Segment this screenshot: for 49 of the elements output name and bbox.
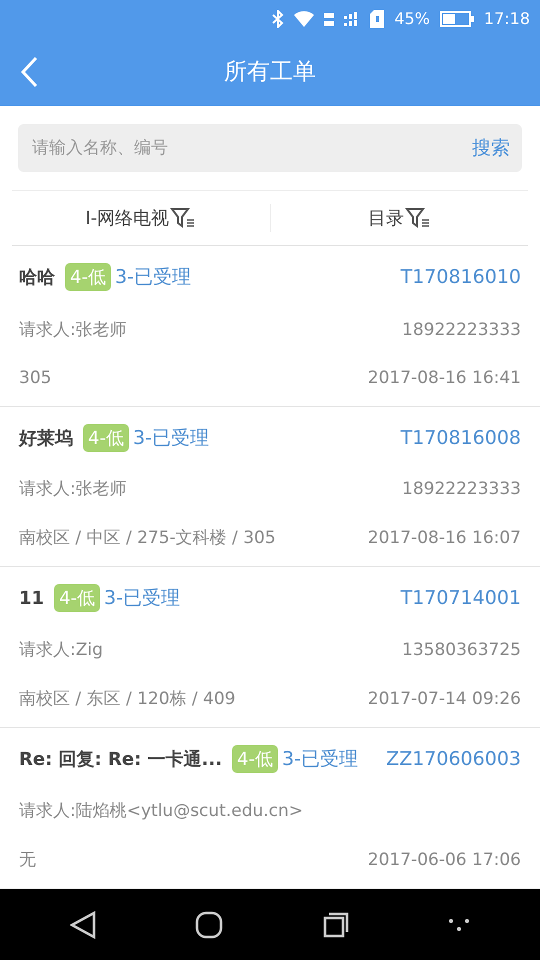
- ticket-time: 2017-08-16 16:41: [368, 368, 521, 388]
- requester-text: 请求人:张老师: [19, 319, 127, 342]
- recents-nav-icon[interactable]: [322, 912, 349, 938]
- filter-dropdown[interactable]: I-网络电视: [81, 204, 200, 232]
- back-nav-icon[interactable]: [70, 910, 96, 939]
- sim-card-icon: [370, 10, 384, 28]
- location-text: 南校区 / 中区 / 275-文科楼 / 305: [19, 527, 276, 550]
- ticket-title: 好莱坞: [19, 426, 73, 450]
- requester-text: 请求人:Zig: [19, 639, 103, 662]
- requester-text: 请求人:张老师: [19, 478, 127, 500]
- priority-tag: 4-低: [232, 745, 278, 774]
- ticket-status: 3-已受理: [114, 265, 191, 290]
- priority-tag: 4-低: [54, 584, 100, 612]
- battery-percentage: 45%: [394, 9, 430, 28]
- ticket-item[interactable]: 好莱坞 4-低 3-已受理 T170816008 请求人:张老师 18922223333 南校区 / 中区 / 275-文科楼 / 305 2017-08-16 16:07: [0, 406, 540, 568]
- requester-text: 请求人:陆焰桃<ytlu@scut.edu.cn>: [19, 800, 304, 822]
- ticket-status: 3-已受理: [104, 586, 180, 612]
- ticket-title: 哈哈: [19, 266, 55, 290]
- phone-number: 18922223333: [402, 478, 521, 499]
- clock-time: 17:18: [484, 9, 530, 28]
- ticket-number: T170816008: [400, 426, 521, 449]
- ticket-number: T170816010: [400, 266, 521, 288]
- battery-icon: [440, 10, 474, 27]
- page-title: 所有工单: [224, 58, 316, 88]
- phone-number: 18922223333: [402, 320, 521, 340]
- phone-number: 13580363725: [402, 640, 521, 660]
- ticket-item[interactable]: 哈哈 4-低 3-已受理 T170816010 请求人:张老师 18922223333 305 2017-08-16 16:41: [0, 246, 540, 407]
- ticket-title: Re: 回复: Re: 一卡通...: [19, 748, 222, 772]
- location-text: 无: [19, 849, 36, 872]
- ticket-number: T170714001: [400, 587, 521, 610]
- filter-icon: [404, 207, 431, 230]
- ticket-item[interactable]: 11 4-低 3-已受理 T170714001 请求人:Zig 13580363725 南校区 / 东区 / 120栋 / 409 2017-07-14 09:26: [0, 567, 540, 728]
- bluetooth-icon: [272, 10, 284, 28]
- location-text: 南校区 / 东区 / 120栋 / 409: [19, 688, 236, 710]
- ticket-status: 3-已受理: [132, 426, 209, 451]
- home-nav-icon[interactable]: [195, 910, 224, 939]
- ticket-time: 2017-06-06 17:06: [368, 850, 521, 870]
- ticket-status: 3-已受理: [282, 747, 358, 772]
- location-text: 305: [19, 368, 52, 388]
- filter-icon: [170, 207, 196, 230]
- ticket-time: 2017-08-16 16:07: [368, 528, 521, 548]
- ticket-time: 2017-07-14 09:26: [368, 688, 521, 709]
- priority-tag: 4-低: [83, 424, 129, 452]
- more-nav-icon[interactable]: [448, 918, 470, 932]
- wifi-icon: [294, 10, 314, 27]
- ticket-title: 11: [19, 588, 44, 609]
- priority-tag: 4-低: [65, 263, 111, 292]
- filter-dropdown[interactable]: 目录: [364, 204, 435, 232]
- ticket-number: ZZ170606003: [386, 748, 521, 770]
